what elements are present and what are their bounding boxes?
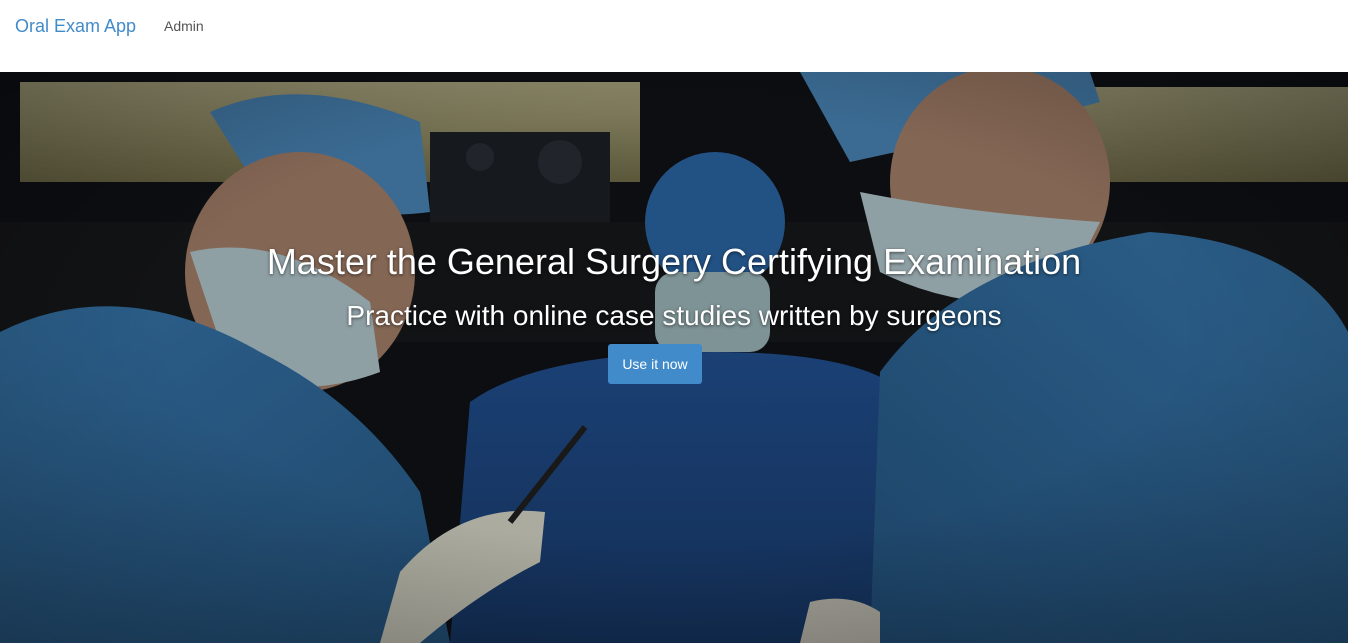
hero-title: Master the General Surgery Certifying Ex… — [266, 241, 1082, 282]
hero-subtitle: Practice with online case studies writte… — [346, 300, 1002, 331]
brand-link[interactable]: Oral Exam App — [15, 15, 136, 37]
hero-section: Master the General Surgery Certifying Ex… — [0, 72, 1348, 643]
top-navbar: Oral Exam App Admin — [0, 0, 1348, 72]
use-it-now-button[interactable]: Use it now — [608, 344, 702, 384]
nav-link-admin[interactable]: Admin — [164, 18, 204, 35]
